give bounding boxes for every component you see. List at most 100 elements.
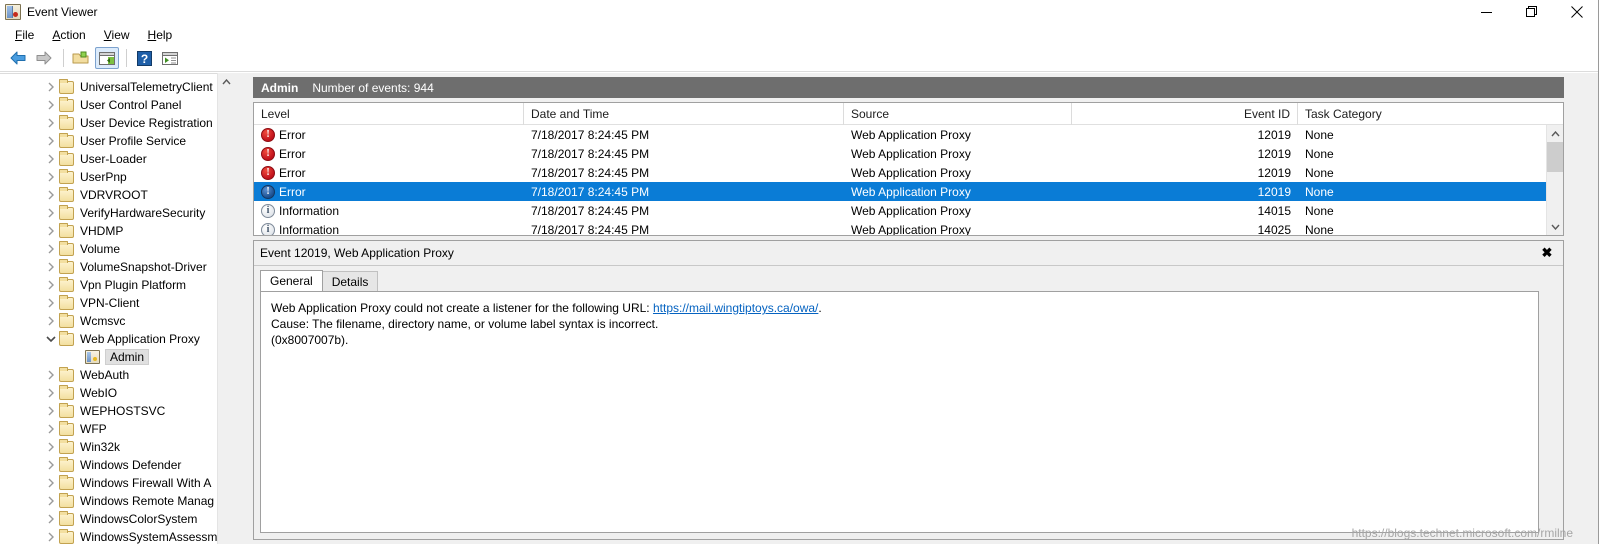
folder-icon bbox=[59, 132, 74, 148]
menu-view[interactable]: View bbox=[95, 26, 139, 44]
tab-general[interactable]: General bbox=[260, 270, 323, 291]
event-detail-title: Event 12019, Web Application Proxy bbox=[260, 246, 454, 260]
tree-item-windows-firewall-with-a[interactable]: Windows Firewall With A bbox=[0, 474, 234, 492]
chevron-right-icon[interactable] bbox=[42, 280, 59, 290]
maximize-restore-button[interactable] bbox=[1509, 0, 1554, 24]
tree-item-wcmsvc[interactable]: Wcmsvc bbox=[0, 312, 234, 330]
tree-item-web-application-proxy[interactable]: Web Application Proxy bbox=[0, 330, 234, 348]
column-header-source[interactable]: Source bbox=[844, 103, 1072, 125]
tree-item-vdrvroot[interactable]: VDRVROOT bbox=[0, 186, 234, 204]
chevron-right-icon[interactable] bbox=[42, 136, 59, 146]
table-row[interactable]: i Information 7/18/2017 8:24:45 PM Web Appl… bbox=[254, 201, 1563, 220]
table-row[interactable]: ! Error 7/18/2017 8:24:45 PM Web Applicatio… bbox=[254, 182, 1563, 201]
tree-item-universaltelemetryclient[interactable]: UniversalTelemetryClient bbox=[0, 78, 234, 96]
chevron-right-icon[interactable] bbox=[42, 244, 59, 254]
tree-item-volumesnapshot-driver[interactable]: VolumeSnapshot-Driver bbox=[0, 258, 234, 276]
event-detail-vertical-scrollbar[interactable] bbox=[1545, 291, 1562, 533]
chevron-right-icon[interactable] bbox=[42, 298, 59, 308]
column-header-date-and-time[interactable]: Date and Time bbox=[524, 103, 844, 125]
column-header-level[interactable]: Level bbox=[254, 103, 524, 125]
chevron-right-icon[interactable] bbox=[42, 442, 59, 452]
chevron-right-icon[interactable] bbox=[42, 262, 59, 272]
console-tree[interactable]: UniversalTelemetryClient User Control Pan… bbox=[0, 73, 234, 544]
table-row[interactable]: ! Error 7/18/2017 8:24:45 PM Web Applicatio… bbox=[254, 125, 1563, 144]
folder-icon bbox=[59, 204, 74, 220]
chevron-right-icon[interactable] bbox=[42, 82, 59, 92]
tree-vertical-scrollbar[interactable] bbox=[217, 73, 235, 544]
back-button[interactable] bbox=[6, 47, 30, 69]
tree-item-vpn-plugin-platform[interactable]: Vpn Plugin Platform bbox=[0, 276, 234, 294]
chevron-down-icon[interactable] bbox=[42, 335, 59, 343]
chevron-right-icon[interactable] bbox=[42, 532, 59, 542]
tree-item-user-profile-service[interactable]: User Profile Service bbox=[0, 132, 234, 150]
tree-item-webio[interactable]: WebIO bbox=[0, 384, 234, 402]
tree-item-user-device-registration[interactable]: User Device Registration bbox=[0, 114, 234, 132]
tree-item-volume[interactable]: Volume bbox=[0, 240, 234, 258]
menu-action[interactable]: Action bbox=[43, 26, 94, 44]
help-button[interactable]: ? bbox=[132, 47, 156, 69]
chevron-right-icon[interactable] bbox=[42, 190, 59, 200]
properties-button[interactable] bbox=[158, 47, 182, 69]
chevron-right-icon[interactable] bbox=[42, 406, 59, 416]
events-scroll-up-arrow[interactable] bbox=[1547, 125, 1563, 142]
show-hide-tree-button[interactable] bbox=[69, 47, 93, 69]
tree-item-windows-remote-manag[interactable]: Windows Remote Manag bbox=[0, 492, 234, 510]
tree-item-label: UserPnp bbox=[80, 170, 127, 184]
menu-help[interactable]: Help bbox=[139, 26, 182, 44]
column-header-task-category[interactable]: Task Category bbox=[1298, 103, 1548, 125]
tree-item-label: User Control Panel bbox=[80, 98, 182, 112]
event-url-link[interactable]: https://mail.wingtiptoys.ca/owa/ bbox=[653, 301, 818, 315]
column-header-event-id[interactable]: Event ID bbox=[1072, 103, 1298, 125]
tree-item-windowssystemassessm[interactable]: WindowsSystemAssessm bbox=[0, 528, 234, 544]
chevron-right-icon[interactable] bbox=[42, 370, 59, 380]
chevron-right-icon[interactable] bbox=[42, 388, 59, 398]
chevron-right-icon[interactable] bbox=[42, 226, 59, 236]
tree-item-vpn-client[interactable]: VPN-Client bbox=[0, 294, 234, 312]
tree-item-user-loader[interactable]: User-Loader bbox=[0, 150, 234, 168]
minimize-button[interactable] bbox=[1464, 0, 1509, 24]
tree-scroll-up-arrow[interactable] bbox=[218, 73, 235, 90]
tree-item-windowscolorsystem[interactable]: WindowsColorSystem bbox=[0, 510, 234, 528]
tab-details[interactable]: Details bbox=[321, 271, 379, 291]
tree-item-label: WEPHOSTSVC bbox=[80, 404, 166, 418]
events-list-vertical-scrollbar[interactable] bbox=[1546, 125, 1563, 235]
tree-item-verifyhardwaresecurity[interactable]: VerifyHardwareSecurity bbox=[0, 204, 234, 222]
tree-item-win32k[interactable]: Win32k bbox=[0, 438, 234, 456]
menu-bar: File Action View Help bbox=[0, 24, 1598, 45]
table-row[interactable]: ! Error 7/18/2017 8:24:45 PM Web Applicatio… bbox=[254, 163, 1563, 182]
tree-item-userpnp[interactable]: UserPnp bbox=[0, 168, 234, 186]
close-icon[interactable]: ✖ bbox=[1539, 245, 1555, 261]
chevron-right-icon[interactable] bbox=[42, 478, 59, 488]
tree-item-wfp[interactable]: WFP bbox=[0, 420, 234, 438]
tree-item-admin[interactable]: Admin bbox=[0, 348, 234, 366]
table-row[interactable]: i Information 7/18/2017 8:24:45 PM Web Appl… bbox=[254, 220, 1563, 235]
close-button[interactable] bbox=[1554, 0, 1598, 24]
event-detail-body: Web Application Proxy could not create a… bbox=[260, 291, 1539, 533]
menu-file[interactable]: File bbox=[6, 26, 43, 44]
chevron-right-icon[interactable] bbox=[42, 514, 59, 524]
chevron-right-icon[interactable] bbox=[42, 424, 59, 434]
tree-item-windows-defender[interactable]: Windows Defender bbox=[0, 456, 234, 474]
tree-item-label: VPN-Client bbox=[80, 296, 140, 310]
chevron-right-icon[interactable] bbox=[42, 100, 59, 110]
table-row[interactable]: ! Error 7/18/2017 8:24:45 PM Web Applicatio… bbox=[254, 144, 1563, 163]
events-scroll-thumb[interactable] bbox=[1547, 142, 1563, 172]
chevron-right-icon[interactable] bbox=[42, 496, 59, 506]
forward-button[interactable] bbox=[32, 47, 56, 69]
tree-item-webauth[interactable]: WebAuth bbox=[0, 366, 234, 384]
events-scroll-down-arrow[interactable] bbox=[1547, 218, 1563, 235]
events-list[interactable]: Level Date and Time Source Event ID Task Cat… bbox=[253, 102, 1564, 236]
chevron-right-icon[interactable] bbox=[42, 118, 59, 128]
event-message-line-3: (0x8007007b). bbox=[271, 333, 349, 347]
chevron-right-icon[interactable] bbox=[42, 172, 59, 182]
chevron-right-icon[interactable] bbox=[42, 154, 59, 164]
tree-item-user-control-panel[interactable]: User Control Panel bbox=[0, 96, 234, 114]
tree-item-vhdmp[interactable]: VHDMP bbox=[0, 222, 234, 240]
chevron-right-icon[interactable] bbox=[42, 460, 59, 470]
show-hide-action-pane-button[interactable] bbox=[95, 47, 119, 69]
chevron-right-icon[interactable] bbox=[42, 208, 59, 218]
tree-content-splitter[interactable] bbox=[234, 73, 251, 544]
chevron-right-icon[interactable] bbox=[42, 316, 59, 326]
level-label: Information bbox=[279, 203, 340, 218]
tree-item-wephostsvc[interactable]: WEPHOSTSVC bbox=[0, 402, 234, 420]
